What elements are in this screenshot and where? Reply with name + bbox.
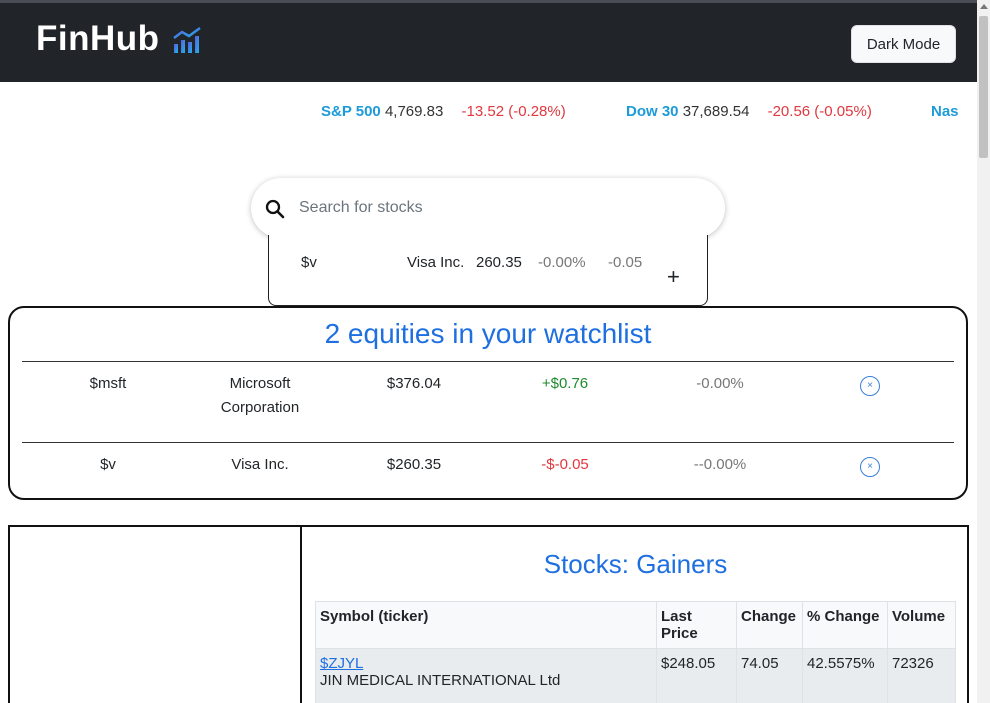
scroll-up-arrow-icon[interactable] <box>980 4 988 9</box>
ticker-change: -13.52 (-0.28%) <box>461 103 566 120</box>
column-header[interactable]: Last Price <box>656 601 737 649</box>
watchlist-title: 2 equities in your watchlist <box>324 318 652 349</box>
price-cell: $248.05 <box>656 648 737 703</box>
suggestion-symbol[interactable]: $v <box>301 254 317 271</box>
market-movers-panel: Stocks: Gainers Symbol (ticker) Last Pri… <box>8 525 969 703</box>
top-navbar: FinHub Dark Mode <box>0 0 977 82</box>
suggestion-change: -0.05 <box>608 254 643 271</box>
symbol-cell: $ZJYL JIN MEDICAL INTERNATIONAL Ltd <box>315 648 657 703</box>
divider <box>22 442 954 443</box>
stock-search-box <box>251 178 725 238</box>
gainers-title: Stocks: Gainers <box>543 549 728 579</box>
remove-circle-icon[interactable]: × <box>860 457 880 477</box>
watch-name: Microsoft Corporation <box>220 375 300 416</box>
watch-symbol[interactable]: $msft <box>58 372 158 396</box>
ticker-item-sp500[interactable]: S&P 500 4,769.83 -13.52 (-0.28%) <box>321 103 566 120</box>
scrollbar-thumb[interactable] <box>979 16 988 158</box>
ticker-name: S&P 500 <box>321 103 381 120</box>
brand[interactable]: FinHub <box>36 19 204 59</box>
watch-symbol[interactable]: $v <box>58 453 158 477</box>
dark-mode-button[interactable]: Dark Mode <box>851 25 956 63</box>
market-ticker: S&P 500 4,769.83 -13.52 (-0.28%) Dow 30 … <box>0 103 961 125</box>
ticker-name: Nas <box>931 103 959 120</box>
ticker-value: 4,769.83 <box>384 103 444 120</box>
watch-percent-change: --0.00% <box>693 456 747 473</box>
divider <box>22 361 954 362</box>
column-header[interactable]: Change <box>736 601 803 649</box>
suggestion-price: 260.35 <box>476 254 522 271</box>
suggestion-percent-change: -0.00% <box>538 254 586 271</box>
volume-cell: 72326 <box>887 648 956 703</box>
search-input[interactable] <box>297 194 697 222</box>
ticker-change: -20.56 (-0.05%) <box>767 103 872 120</box>
suggestion-name: Visa Inc. <box>407 254 465 271</box>
ticker-item-nasdaq[interactable]: Nas <box>931 103 959 120</box>
table-header-row: Symbol (ticker) Last Price Change % Chan… <box>315 601 956 649</box>
column-header[interactable]: Volume <box>887 601 956 649</box>
search-icon <box>265 199 285 223</box>
change-cell: 74.05 <box>736 648 803 703</box>
watchlist-card: 2 equities in your watchlist $msft Micro… <box>8 306 968 500</box>
column-header[interactable]: % Change <box>802 601 888 649</box>
page: FinHub Dark Mode S&P 500 4,769.83 -13.52… <box>0 0 977 703</box>
vertical-scrollbar[interactable] <box>977 0 990 703</box>
chart-bars-icon <box>172 26 204 58</box>
ticker-name: Dow 30 <box>626 103 679 120</box>
watch-name: Visa Inc. <box>231 456 289 473</box>
watch-change: -$-0.05 <box>541 456 589 473</box>
watch-price: $260.35 <box>386 456 442 473</box>
ticker-link[interactable]: $ZJYL <box>320 655 363 672</box>
remove-circle-icon[interactable]: × <box>860 376 880 396</box>
add-to-watchlist-icon[interactable]: + <box>667 266 680 288</box>
watch-change: +$0.76 <box>541 375 589 392</box>
side-column <box>10 527 302 703</box>
ticker-item-dow30[interactable]: Dow 30 37,689.54 -20.56 (-0.05%) <box>626 103 872 120</box>
watch-percent-change: -0.00% <box>696 375 744 392</box>
search-suggestion-dropdown: $v Visa Inc. 260.35 -0.00% -0.05 + <box>268 235 708 306</box>
watch-price: $376.04 <box>386 375 442 392</box>
brand-logo-text: FinHub <box>36 19 160 58</box>
percent-change-cell: 42.5575% <box>802 648 888 703</box>
table-row: $ZJYL JIN MEDICAL INTERNATIONAL Ltd $248… <box>315 648 956 703</box>
gainers-table: Symbol (ticker) Last Price Change % Chan… <box>315 601 956 703</box>
company-name: JIN MEDICAL INTERNATIONAL Ltd <box>320 672 561 689</box>
ticker-value: 37,689.54 <box>682 103 750 120</box>
column-header[interactable]: Symbol (ticker) <box>315 601 657 649</box>
